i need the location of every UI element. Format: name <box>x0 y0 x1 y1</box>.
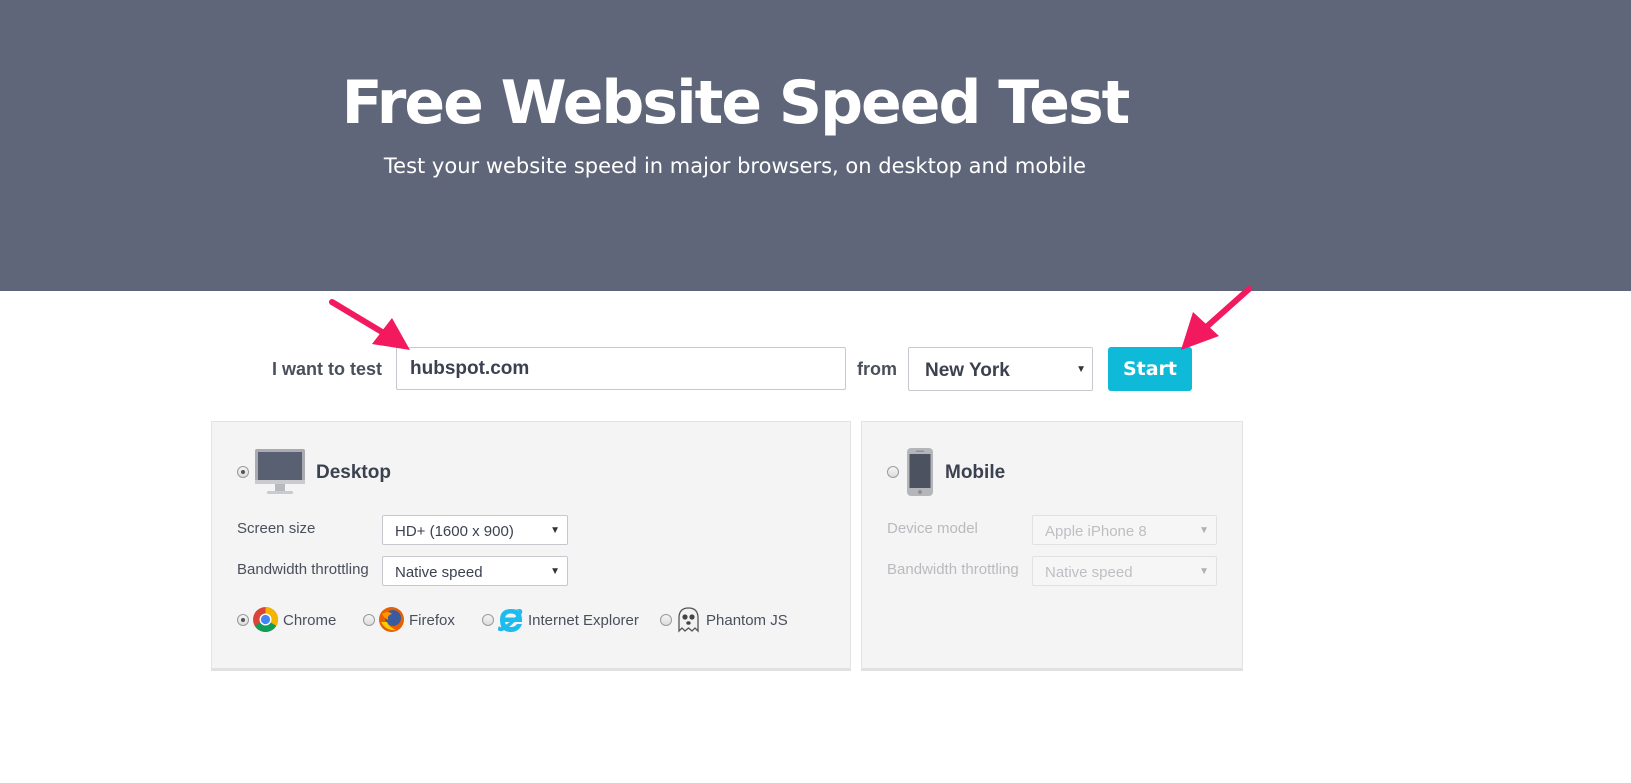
chevron-down-icon: ▼ <box>1199 566 1209 577</box>
screen-size-label: Screen size <box>237 520 316 537</box>
desktop-panel: Desktop Screen size HD+ (1600 x 900) ▼ B… <box>211 421 851 671</box>
chrome-label: Chrome <box>283 612 337 629</box>
desktop-monitor-icon <box>254 448 306 501</box>
from-label: from <box>857 359 897 379</box>
desktop-title: Desktop <box>316 462 391 483</box>
url-input[interactable] <box>396 347 846 390</box>
desktop-radio[interactable] <box>237 466 249 478</box>
chrome-radio[interactable] <box>237 614 249 626</box>
chrome-icon <box>252 606 279 633</box>
chevron-down-icon: ▼ <box>1076 364 1086 375</box>
page-subtitle: Test your website speed in major browser… <box>383 154 1087 178</box>
mobile-bandwidth-select[interactable]: Native speed ▼ <box>1032 556 1217 586</box>
device-model-label: Device model <box>887 520 978 537</box>
screen-size-value: HD+ (1600 x 900) <box>395 523 514 540</box>
phantomjs-ghost-icon <box>675 606 702 633</box>
internet-explorer-icon <box>497 606 524 633</box>
mobile-bandwidth-value: Native speed <box>1045 564 1133 581</box>
phantomjs-label: Phantom JS <box>706 612 788 629</box>
location-value: New York <box>925 360 1010 381</box>
location-select[interactable]: New York ▼ <box>908 347 1093 391</box>
device-model-select[interactable]: Apple iPhone 8 ▼ <box>1032 515 1217 545</box>
internet-explorer-label: Internet Explorer <box>528 612 639 629</box>
chevron-down-icon: ▼ <box>1199 525 1209 536</box>
firefox-icon <box>378 606 405 633</box>
chevron-down-icon: ▼ <box>550 566 560 577</box>
bandwidth-select[interactable]: Native speed ▼ <box>382 556 568 586</box>
mobile-radio[interactable] <box>887 466 899 478</box>
chevron-down-icon: ▼ <box>550 525 560 536</box>
internet-explorer-radio[interactable] <box>482 614 494 626</box>
hero-banner: Free Website Speed Test Test your websit… <box>0 0 1631 291</box>
test-label: I want to test <box>272 359 383 379</box>
firefox-label: Firefox <box>409 612 455 629</box>
mobile-title: Mobile <box>945 462 1006 483</box>
mobile-panel: Mobile Device model Apple iPhone 8 ▼ Ban… <box>861 421 1243 671</box>
phantomjs-radio[interactable] <box>660 614 672 626</box>
device-model-value: Apple iPhone 8 <box>1045 523 1147 540</box>
smartphone-icon <box>906 447 934 502</box>
annotation-arrow-icon <box>329 299 410 350</box>
screen-size-select[interactable]: HD+ (1600 x 900) ▼ <box>382 515 568 545</box>
bandwidth-value: Native speed <box>395 564 483 581</box>
mobile-bandwidth-label: Bandwidth throttling <box>887 561 1019 578</box>
annotation-arrow-icon <box>1181 286 1252 350</box>
bandwidth-label: Bandwidth throttling <box>237 561 369 578</box>
firefox-radio[interactable] <box>363 614 375 626</box>
page-title: Free Website Speed Test <box>341 68 1131 138</box>
test-form: I want to test from New York ▼ Start <box>0 347 1631 391</box>
